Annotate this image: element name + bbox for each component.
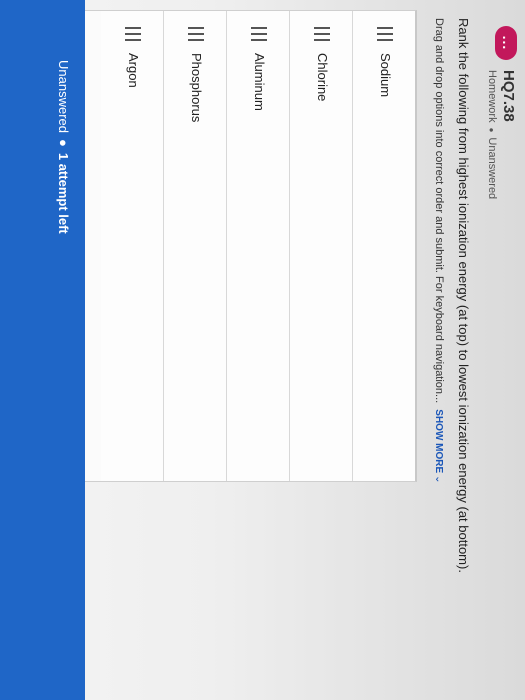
drag-handle-icon[interactable]: [188, 27, 204, 41]
ranking-item-label: Argon: [126, 53, 141, 88]
ranking-item-phosphorus[interactable]: Phosphorus: [163, 11, 226, 481]
footer-status-text: Unanswered: [56, 60, 71, 133]
ranking-item-aluminum[interactable]: Aluminum: [226, 11, 289, 481]
question-id: HQ7.38: [500, 70, 517, 122]
instructions-text: Drag and drop options into correct order…: [433, 18, 445, 404]
ranking-item-label: Aluminum: [252, 53, 267, 111]
separator-dot: ●: [56, 139, 71, 147]
question-prompt: Rank the following from highest ionizati…: [456, 18, 471, 573]
separator-dot: ●: [487, 127, 497, 133]
question-header: ... HQ7.38 Homework ● Unanswered: [486, 26, 517, 199]
drag-handle-icon[interactable]: [377, 27, 393, 41]
question-meta: Homework ● Unanswered: [486, 70, 498, 199]
footer-status: Unanswered ● 1 attempt left: [56, 60, 71, 234]
drag-handle-icon[interactable]: [314, 27, 330, 41]
status-footer: Unanswered ● 1 attempt left: [0, 0, 85, 700]
screen: ... HQ7.38 Homework ● Unanswered Rank the …: [0, 0, 525, 700]
ranking-item-argon[interactable]: Argon: [101, 11, 163, 481]
ranking-item-label: Chlorine: [315, 53, 330, 102]
ranking-item-label: Sodium: [378, 53, 393, 98]
drag-handle-icon[interactable]: [251, 27, 267, 41]
chevron-down-icon[interactable]: ⌄: [433, 475, 444, 483]
question-status: Unanswered: [486, 137, 498, 200]
question-badge[interactable]: ...: [495, 26, 517, 60]
show-more-link[interactable]: SHOW MORE: [433, 409, 444, 473]
question-type: Homework: [486, 70, 498, 123]
instructions: Drag and drop options into correct order…: [433, 18, 445, 678]
question-page: ... HQ7.38 Homework ● Unanswered Rank the …: [0, 0, 525, 700]
ranking-item-label: Phosphorus: [189, 53, 204, 123]
ranking-list: Sodium Chlorine Aluminum Phosphorus Argo…: [84, 10, 417, 482]
drag-handle-icon[interactable]: [125, 27, 141, 41]
ranking-item-chlorine[interactable]: Chlorine: [289, 11, 352, 481]
attempts-left: 1 attempt left: [56, 152, 71, 234]
ranking-item-sodium[interactable]: Sodium: [352, 11, 415, 481]
